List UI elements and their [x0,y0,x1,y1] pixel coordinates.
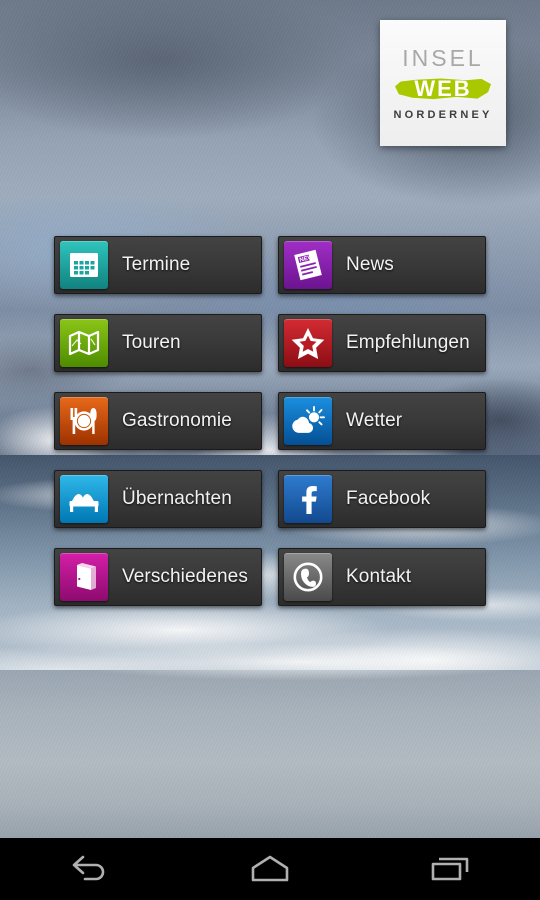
tile-label: Verschiedenes [122,566,248,587]
weather-icon [284,397,332,445]
star-icon [284,319,332,367]
tile-kontakt[interactable]: Kontakt [278,548,486,606]
book-icon [60,553,108,601]
tile-gastronomie[interactable]: Gastronomie [54,392,262,450]
tile-label: Gastronomie [122,410,232,431]
nav-home-button[interactable] [220,838,320,900]
tile-row: Termine NEWS News [54,236,486,294]
tile-touren[interactable]: Touren [54,314,262,372]
android-navigation-bar [0,838,540,900]
tile-label: Kontakt [346,566,412,587]
tile-verschiedenes[interactable]: Verschiedenes [54,548,262,606]
tile-row: Touren Empfehlungen [54,314,486,372]
recents-icon [431,857,469,881]
map-icon [60,319,108,367]
back-icon [72,855,105,881]
tile-news[interactable]: NEWS News [278,236,486,294]
menu-tile-grid: Termine NEWS News Touren Empfehlungen Gastron… [54,236,486,626]
nav-back-button[interactable] [40,838,140,900]
tile-wetter[interactable]: Wetter [278,392,486,450]
facebook-icon [284,475,332,523]
logo-text-insel: INSEL [402,45,484,71]
tile-empfehlungen[interactable]: Empfehlungen [278,314,486,372]
calendar-icon [60,241,108,289]
tile-label: Termine [122,254,191,275]
logo-web-wrapper: WEB [391,74,495,104]
tile-row: Übernachten Facebook [54,470,486,528]
tile-label: Übernachten [122,488,232,509]
tile-row: Gastronomie Wetter [54,392,486,450]
tile-label: Empfehlungen [346,332,470,353]
tile-facebook[interactable]: Facebook [278,470,486,528]
tile-row: Verschiedenes Kontakt [54,548,486,606]
phone-icon [284,553,332,601]
tile-label: Touren [122,332,181,353]
tile-label: Facebook [346,488,431,509]
tile-label: Wetter [346,410,403,431]
logo-text-norderney: NORDERNEY [393,109,493,121]
app-logo-card: INSEL WEB NORDERNEY [380,20,506,146]
tile-termine[interactable]: Termine [54,236,262,294]
newspaper-icon: NEWS [284,241,332,289]
bed-icon [60,475,108,523]
nav-recents-button[interactable] [400,838,500,900]
tile-label: News [346,254,394,275]
logo-text-web: WEB [414,76,472,101]
tile--bernachten[interactable]: Übernachten [54,470,262,528]
home-icon [251,855,289,882]
dining-icon [60,397,108,445]
